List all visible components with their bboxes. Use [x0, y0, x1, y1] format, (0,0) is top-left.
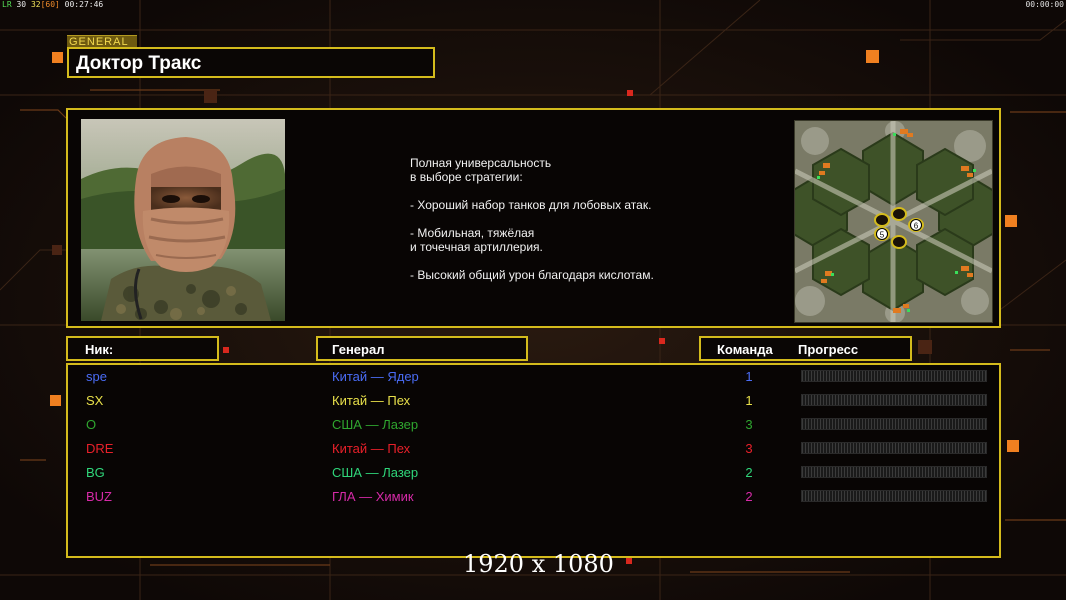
player-team: 1: [745, 393, 753, 408]
general-tag: GENERAL: [67, 35, 137, 48]
nick-column-header: Ник:: [66, 336, 219, 361]
hexagon-map-preview-icon: 6 5: [795, 121, 992, 322]
player-list-panel: spe Китай — Ядер 1 SX Китай — Пех 1 O СШ…: [66, 363, 1001, 558]
player-team: 2: [745, 465, 753, 480]
map-preview: 6 5: [794, 120, 993, 323]
player-progress-bar: [801, 370, 987, 382]
description-line: - Высокий общий урон благодаря кислотам.: [410, 268, 654, 282]
player-nick: SX: [86, 393, 104, 408]
map-slot-5: 5: [880, 231, 885, 240]
general-description: Полная универсальность в выборе стратеги…: [410, 156, 730, 296]
player-team: 1: [745, 369, 753, 384]
portrait-image: [81, 119, 285, 321]
player-team: 3: [745, 441, 753, 456]
player-general: Китай — Ядер: [332, 369, 419, 384]
player-progress-bar: [801, 490, 987, 502]
player-progress-bar: [801, 394, 987, 406]
elapsed-time: 00:27:46: [64, 0, 104, 9]
player-nick: spe: [86, 369, 107, 384]
player-general: Китай — Пех: [332, 441, 411, 456]
clock: 00:00:00: [1025, 0, 1064, 9]
player-team: 2: [745, 489, 753, 504]
fps-value-2: 32: [30, 0, 41, 9]
player-progress-bar: [801, 418, 987, 430]
player-row: BG США — Лазер 2: [68, 463, 999, 481]
fps-label: LR: [2, 0, 12, 9]
description-line: - Мобильная, тяжёлая и точечная артиллер…: [410, 226, 543, 254]
player-team: 3: [745, 417, 753, 432]
masked-soldier-portrait-icon: [81, 119, 285, 321]
player-nick: BUZ: [86, 489, 112, 504]
general-header-label: Генерал: [332, 342, 385, 357]
fps-value: 30: [16, 0, 27, 9]
general-column-header: Генерал: [316, 336, 528, 361]
player-progress-bar: [801, 442, 987, 454]
player-row: DRE Китай — Пех 3: [68, 439, 999, 457]
map-slot-6: 6: [914, 222, 919, 231]
player-row: BUZ ГЛА — Химик 2: [68, 487, 999, 505]
nick-header-label: Ник:: [85, 342, 114, 357]
debug-overlay: LR 30 32[60] 00:27:46 00:00:00: [0, 0, 1066, 10]
general-name-box: Доктор Тракс: [67, 47, 435, 78]
fps-readout: LR 30 32[60] 00:27:46: [2, 0, 103, 9]
player-row: spe Китай — Ядер 1: [68, 367, 999, 385]
player-general: Китай — Пех: [332, 393, 411, 408]
player-row: SX Китай — Пех 1: [68, 391, 999, 409]
player-nick: O: [86, 417, 97, 432]
player-nick: DRE: [86, 441, 114, 456]
description-line: - Хороший набор танков для лобовых атак.: [410, 198, 652, 212]
team-header-label: Команда: [717, 342, 773, 357]
description-line: Полная универсальность в выборе стратеги…: [410, 156, 552, 184]
general-info-panel: Полная универсальность в выборе стратеги…: [66, 108, 1001, 328]
player-row: O США — Лазер 3: [68, 415, 999, 433]
player-nick: BG: [86, 465, 105, 480]
player-general: США — Лазер: [332, 465, 419, 480]
player-general: США — Лазер: [332, 417, 419, 432]
player-progress-bar: [801, 466, 987, 478]
progress-header-label: Прогресс: [798, 342, 859, 357]
fps-limit: [60]: [40, 0, 60, 9]
general-name: Доктор Тракс: [76, 53, 202, 74]
player-general: ГЛА — Химик: [332, 489, 414, 504]
resolution-watermark: 1920 x 1080: [463, 550, 614, 578]
team-progress-column-header: Команда Прогресс: [699, 336, 912, 361]
